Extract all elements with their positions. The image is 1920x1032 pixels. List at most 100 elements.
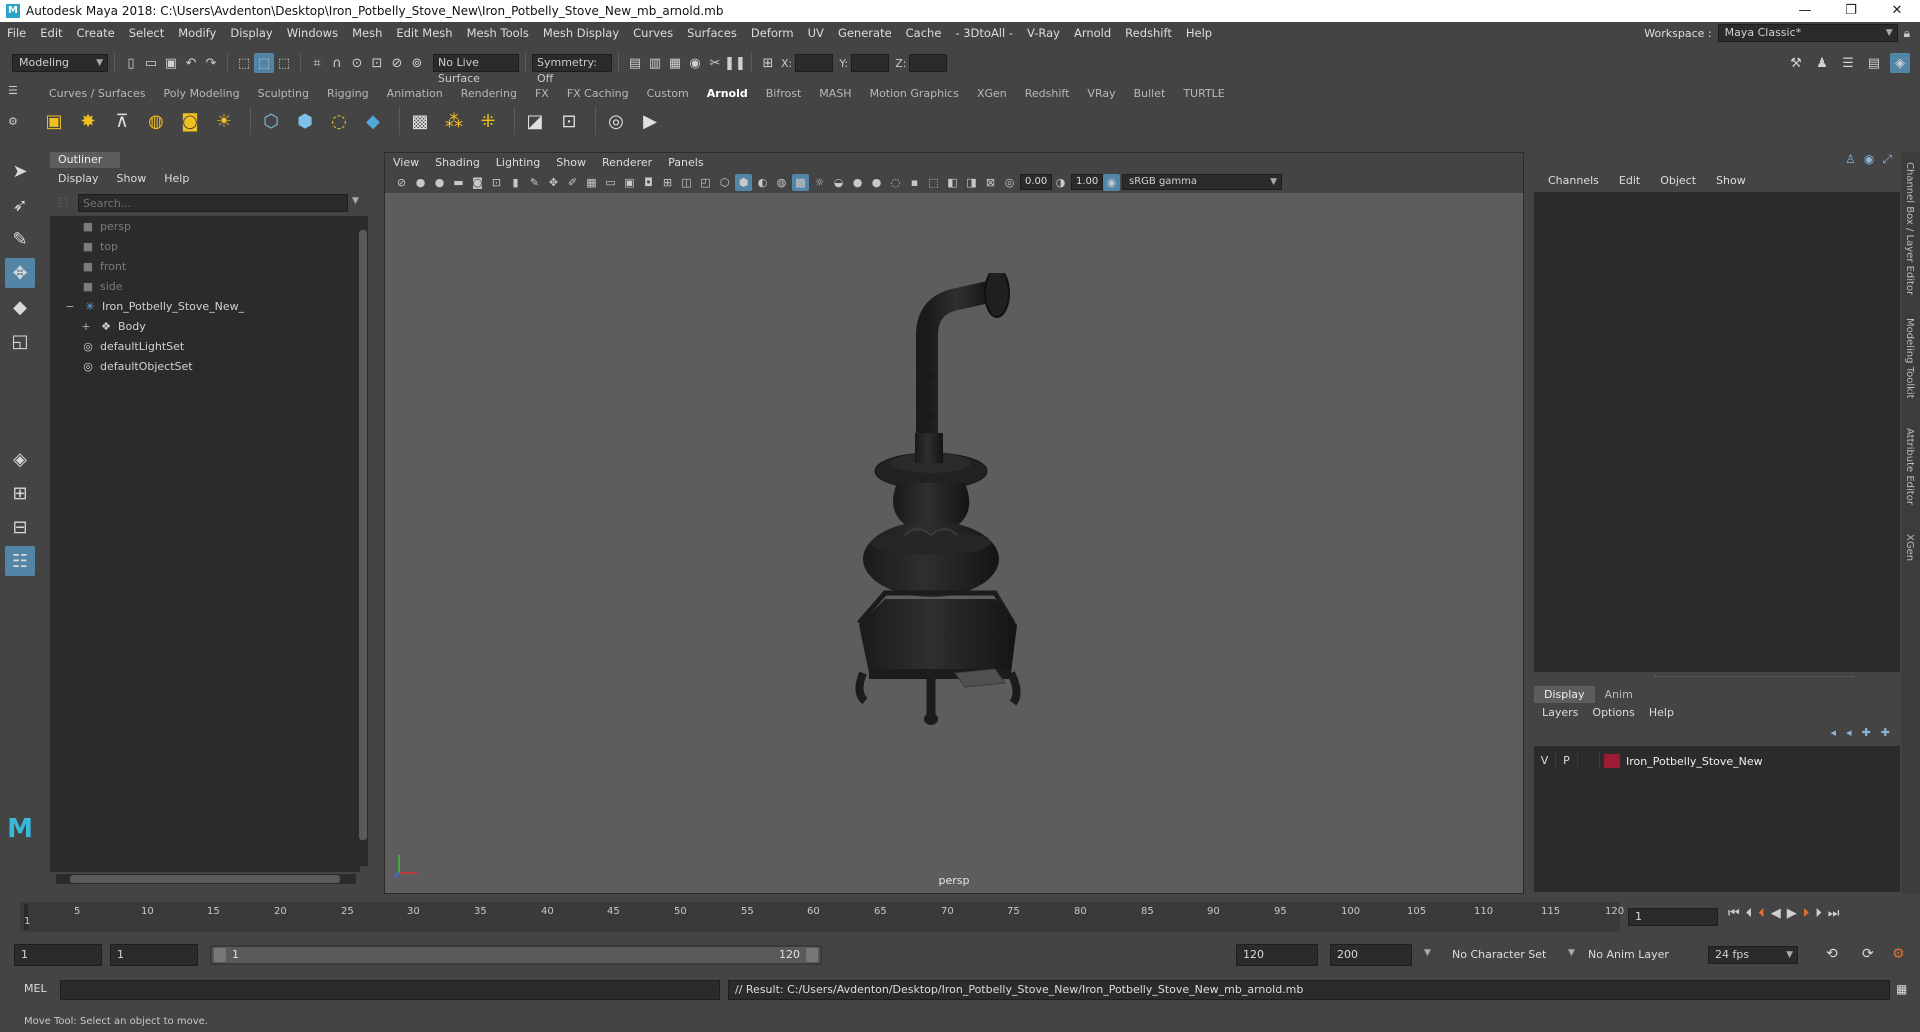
- viewport-menu-show[interactable]: Show: [548, 156, 594, 169]
- select-object-icon[interactable]: ⬚: [254, 53, 274, 73]
- potbelly-stove-model[interactable]: [845, 273, 1085, 733]
- lasso-tool-icon[interactable]: ➶: [5, 190, 35, 220]
- channelbox-object-menu[interactable]: Object: [1652, 174, 1704, 187]
- animation-end-field[interactable]: 200: [1330, 944, 1412, 966]
- menu-surfaces[interactable]: Surfaces: [680, 26, 744, 40]
- select-hierarchy-icon[interactable]: ⬚: [234, 53, 254, 73]
- shelf-tab-fx-caching[interactable]: FX Caching: [558, 87, 638, 100]
- channelbox-edit-menu[interactable]: Edit: [1611, 174, 1648, 187]
- skydome-light-icon[interactable]: ◍: [142, 107, 170, 135]
- minimize-button[interactable]: —: [1782, 0, 1828, 22]
- default-material-icon[interactable]: ◐: [754, 174, 771, 191]
- ipr-render-icon[interactable]: ▥: [645, 53, 665, 73]
- shelf-tab-xgen[interactable]: XGen: [968, 87, 1016, 100]
- snap-view-icon[interactable]: ⊡: [367, 53, 387, 73]
- four-view-icon[interactable]: ⊞: [5, 478, 35, 508]
- mesh-light-icon[interactable]: ✸: [74, 107, 102, 135]
- snap-grid-icon[interactable]: ⌗: [307, 53, 327, 73]
- shelf-tab-motion-graphics[interactable]: Motion Graphics: [861, 87, 968, 100]
- outliner-hscrollbar[interactable]: [56, 874, 356, 884]
- anim-layer-label[interactable]: No Anim Layer: [1588, 948, 1669, 961]
- layers-help-menu[interactable]: Help: [1649, 706, 1674, 719]
- layers-menu[interactable]: Layers: [1542, 706, 1578, 719]
- resolution-gate-icon[interactable]: ▣: [621, 174, 638, 191]
- shelf-tab-curves-surfaces[interactable]: Curves / Surfaces: [40, 87, 155, 100]
- menu-edit-mesh[interactable]: Edit Mesh: [389, 26, 459, 40]
- create-curve-collector-icon[interactable]: ◆: [359, 107, 387, 135]
- xray-active-icon[interactable]: ◨: [963, 174, 980, 191]
- bookmark-icon[interactable]: ●: [431, 174, 448, 191]
- redo-icon[interactable]: ↷: [201, 53, 221, 73]
- go-to-end-icon[interactable]: ⏭: [1828, 906, 1840, 921]
- step-back-frame-icon[interactable]: ⏴: [1758, 906, 1765, 921]
- workspace-dropdown[interactable]: Maya Classic* ▼: [1717, 24, 1898, 42]
- menu-redshift[interactable]: Redshift: [1118, 26, 1179, 40]
- collapse-icon[interactable]: −: [62, 300, 78, 313]
- shelf-tab-animation[interactable]: Animation: [378, 87, 452, 100]
- menu-mesh-tools[interactable]: Mesh Tools: [460, 26, 536, 40]
- viewport-menu-lighting[interactable]: Lighting: [488, 156, 548, 169]
- command-result-field[interactable]: // Result: C:/Users/Avdenton/Desktop/Iro…: [728, 980, 1890, 1000]
- x-field[interactable]: [795, 54, 834, 72]
- attribute-editor-icon[interactable]: ☰: [1838, 53, 1858, 73]
- menu-modify[interactable]: Modify: [171, 26, 223, 40]
- lock-icon[interactable]: 🔒︎: [1904, 26, 1910, 41]
- snap-point-icon[interactable]: ⊙: [347, 53, 367, 73]
- layers-options-menu[interactable]: Options: [1592, 706, 1634, 719]
- shelf-tab-rigging[interactable]: Rigging: [318, 87, 378, 100]
- side-tab-channel-box[interactable]: Channel Box / Layer Editor: [1904, 162, 1915, 295]
- menu-mesh[interactable]: Mesh: [345, 26, 389, 40]
- textured-icon[interactable]: ▩: [792, 173, 809, 191]
- layer-display-type[interactable]: [1578, 753, 1600, 769]
- gamma-icon[interactable]: ◑: [1052, 174, 1069, 191]
- chevron-down-icon[interactable]: ▼: [1424, 948, 1431, 958]
- menu-generate[interactable]: Generate: [831, 26, 899, 40]
- select-camera-icon[interactable]: ⊘: [393, 174, 410, 191]
- outliner-menu-display[interactable]: Display: [58, 172, 99, 185]
- move-layer-down-icon[interactable]: ◂: [1846, 726, 1852, 739]
- shelf-tab-turtle[interactable]: TURTLE: [1174, 87, 1233, 100]
- layer-visibility-toggle[interactable]: V: [1534, 753, 1556, 769]
- area-light-icon[interactable]: ▣: [40, 107, 68, 135]
- anti-aliasing-icon[interactable]: ◌: [887, 174, 904, 191]
- motion-blur-icon[interactable]: ●: [868, 174, 885, 191]
- tree-node-persp[interactable]: ■ persp: [50, 216, 360, 236]
- xray-joints-icon[interactable]: ⊠: [982, 174, 999, 191]
- smooth-shade-icon[interactable]: ⬢: [735, 173, 752, 191]
- layer-color-swatch[interactable]: [1604, 754, 1620, 768]
- channel-box-cube-icon[interactable]: ◉: [1864, 152, 1874, 167]
- pause-icon[interactable]: ❚❚: [724, 53, 746, 73]
- go-to-start-icon[interactable]: ⏮: [1728, 906, 1740, 921]
- menu-curves[interactable]: Curves: [626, 26, 680, 40]
- tx-manager-icon[interactable]: ▩: [406, 107, 434, 135]
- menu-file[interactable]: File: [0, 26, 33, 40]
- menu-cache[interactable]: Cache: [899, 26, 949, 40]
- range-start-handle[interactable]: [214, 948, 226, 962]
- depth-of-field-icon[interactable]: ▪: [906, 174, 923, 191]
- gate-mask-icon[interactable]: ◘: [640, 174, 657, 191]
- side-tab-xgen[interactable]: XGen: [1904, 534, 1915, 561]
- use-all-lights-icon[interactable]: ☼: [811, 174, 828, 191]
- shelf-tab-mash[interactable]: MASH: [810, 87, 860, 100]
- grease-pencil-icon[interactable]: ✎: [526, 174, 543, 191]
- outliner-menu-help[interactable]: Help: [164, 172, 189, 185]
- safe-title-icon[interactable]: ◰: [697, 174, 714, 191]
- channel-box-attr-icon[interactable]: ♙: [1845, 152, 1856, 167]
- pencil-icon[interactable]: ✐: [564, 174, 581, 191]
- grid-icon[interactable]: ▦: [583, 174, 600, 191]
- render-settings-icon[interactable]: ▦: [665, 53, 685, 73]
- play-render-icon[interactable]: ▶: [636, 107, 664, 135]
- snap-surface-icon[interactable]: ⊘: [387, 53, 407, 73]
- shelf-tab-sculpting[interactable]: Sculpting: [249, 87, 318, 100]
- step-forward-frame-icon[interactable]: ⏵: [1803, 906, 1810, 921]
- playback-end-field[interactable]: 120: [1236, 944, 1318, 966]
- side-by-side-icon[interactable]: ⊟: [5, 512, 35, 542]
- standin-icon[interactable]: ⬡: [257, 107, 285, 135]
- outliner-vscrollbar[interactable]: [358, 216, 368, 866]
- single-view-icon[interactable]: ◈: [5, 444, 35, 474]
- tool-settings-icon[interactable]: ▤: [1864, 53, 1884, 73]
- move-tool-icon[interactable]: ✥: [5, 258, 35, 288]
- menu-edit[interactable]: Edit: [33, 26, 69, 40]
- shelf-tab-arnold[interactable]: Arnold: [698, 87, 757, 100]
- shelf-tab-bullet[interactable]: Bullet: [1125, 87, 1175, 100]
